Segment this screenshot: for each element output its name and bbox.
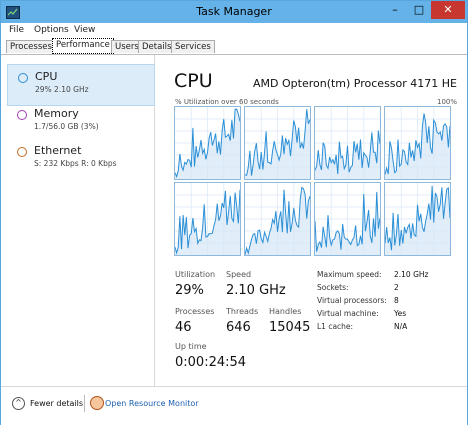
sidebar-item-label: CPU (35, 70, 58, 83)
maximize-button[interactable]: □ (407, 1, 431, 19)
spec-value-virtual-processors: 8 (394, 296, 399, 305)
processes-value: 46 (175, 320, 192, 335)
cpu-core-graph (174, 106, 241, 180)
speed-label: Speed (226, 270, 252, 279)
sidebar-item-memory[interactable]: Memory 1.7/56.0 GB (3%) (7, 102, 154, 142)
cpu-heading: CPU (174, 70, 213, 92)
utilization-value: 29% (175, 283, 204, 298)
spec-label-virtual-machine: Virtual machine: (317, 309, 379, 318)
uptime-value: 0:00:24:54 (175, 355, 247, 370)
resource-monitor-icon[interactable] (90, 396, 104, 410)
spec-label-sockets: Sockets: (317, 283, 349, 292)
graph-max-label: 100% (436, 98, 457, 106)
sidebar-item-cpu[interactable]: CPU 29% 2.10 GHz (7, 64, 155, 106)
menu-view[interactable]: View (74, 25, 95, 35)
speed-value: 2.10 GHz (226, 283, 286, 298)
processes-label: Processes (175, 307, 215, 316)
footer-bar: ^ Fewer details Open Resource Monitor (1, 386, 467, 425)
title-bar[interactable]: Task Manager – □ ✕ (1, 1, 467, 23)
minimize-button[interactable]: – (383, 1, 407, 19)
cpu-core-graph (314, 182, 381, 256)
sidebar-item-label: Memory (34, 107, 79, 120)
close-button[interactable]: ✕ (431, 1, 465, 19)
cpu-core-graph (174, 182, 241, 256)
tab-strip: Processes Performance Users Details Serv… (1, 38, 467, 54)
resource-sidebar: CPU 29% 2.10 GHz Memory 1.7/56.0 GB (3%)… (1, 55, 155, 387)
spec-value-virtual-machine: Yes (394, 309, 407, 318)
task-manager-window: Task Manager – □ ✕ File Options View Pro… (0, 0, 468, 425)
uptime-label: Up time (175, 342, 207, 351)
fewer-details-link[interactable]: Fewer details (30, 399, 83, 408)
sidebar-item-label: Ethernet (34, 144, 82, 157)
cpu-core-graph (244, 106, 311, 180)
cpu-core-graph (384, 182, 451, 256)
handles-label: Handles (269, 307, 302, 316)
cpu-indicator-icon (18, 73, 28, 83)
cpu-core-graph (244, 182, 311, 256)
menu-options[interactable]: Options (34, 25, 69, 35)
threads-label: Threads (226, 307, 259, 316)
cpu-core-graph (384, 106, 451, 180)
cpu-detail-panel: CPU AMD Opteron(tm) Processor 4171 HE % … (161, 55, 461, 387)
sidebar-item-detail: 1.7/56.0 GB (3%) (34, 122, 99, 131)
tab-processes[interactable]: Processes (6, 40, 56, 53)
spec-value-sockets: 2 (394, 283, 399, 292)
utilization-label: Utilization (175, 270, 216, 279)
spec-value-l1-cache: N/A (394, 322, 408, 331)
cpu-core-graph-grid[interactable] (174, 106, 451, 256)
tab-details[interactable]: Details (138, 40, 176, 53)
cpu-model-name: AMD Opteron(tm) Processor 4171 HE (253, 77, 457, 90)
performance-pane: CPU 29% 2.10 GHz Memory 1.7/56.0 GB (3%)… (1, 54, 467, 387)
spec-label-max-speed: Maximum speed: (317, 270, 382, 279)
graph-label: % Utilization over 60 seconds (175, 98, 279, 106)
tab-services[interactable]: Services (171, 40, 215, 53)
ethernet-indicator-icon (17, 147, 27, 157)
spec-label-virtual-processors: Virtual processors: (317, 296, 387, 305)
menu-bar: File Options View (1, 23, 467, 38)
sidebar-item-detail: 29% 2.10 GHz (35, 85, 89, 94)
spec-value-max-speed: 2.10 GHz (394, 270, 429, 279)
sidebar-item-detail: S: 232 Kbps R: 0 Kbps (34, 159, 117, 168)
open-resource-monitor-link[interactable]: Open Resource Monitor (105, 399, 199, 408)
spec-label-l1-cache: L1 cache: (317, 322, 354, 331)
cpu-core-graph (314, 106, 381, 180)
memory-indicator-icon (17, 110, 27, 120)
chevron-up-icon[interactable]: ^ (12, 397, 25, 410)
sidebar-item-ethernet[interactable]: Ethernet S: 232 Kbps R: 0 Kbps (7, 139, 154, 179)
menu-file[interactable]: File (9, 25, 24, 35)
footer-divider (84, 395, 85, 412)
tab-performance[interactable]: Performance (52, 38, 114, 54)
threads-value: 646 (226, 320, 251, 335)
handles-value: 15045 (269, 320, 311, 335)
